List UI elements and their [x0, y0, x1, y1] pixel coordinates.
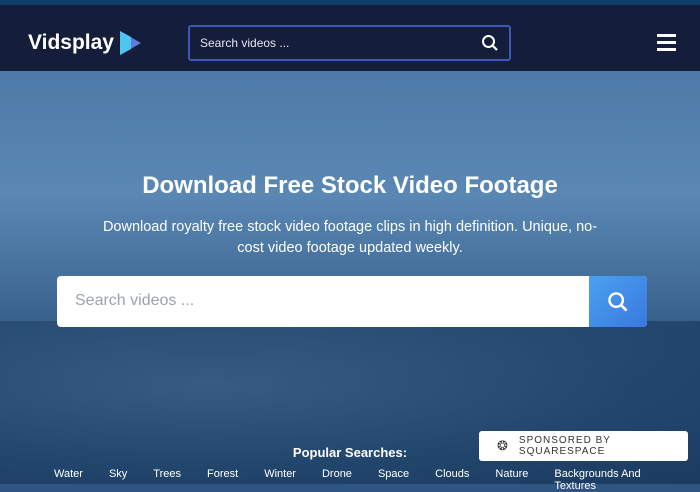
hero-subtitle: Download royalty free stock video footag…	[102, 219, 598, 256]
hero-search-placeholder: Search videos ...	[75, 292, 195, 309]
tag-link[interactable]: Sky	[109, 468, 127, 492]
logo[interactable]: Vidsplay	[28, 29, 143, 57]
tag-link[interactable]: Backgrounds And Textures	[554, 468, 674, 492]
tag-link[interactable]: Trees	[153, 468, 181, 492]
hero-title: Download Free Stock Video Footage	[142, 172, 558, 199]
logo-text: Vidsplay	[28, 31, 114, 54]
tag-link[interactable]: Winter	[264, 468, 296, 492]
play-logo-icon	[120, 31, 141, 55]
tag-link[interactable]: Space	[378, 468, 409, 492]
popular-tags: Water Sky Trees Forest Winter Drone Spac…	[54, 468, 700, 492]
header: Vidsplay Search videos ...	[0, 5, 700, 71]
tag-link[interactable]: Clouds	[435, 468, 469, 492]
header-search-input[interactable]: Search videos ...	[188, 25, 511, 61]
tag-link[interactable]: Forest	[207, 468, 238, 492]
hero-search-input[interactable]: Search videos ...	[57, 276, 647, 327]
header-search-placeholder: Search videos ...	[200, 36, 290, 50]
tag-link[interactable]: Water	[54, 468, 83, 492]
search-icon	[608, 291, 628, 312]
popular-searches-label: Popular Searches:	[292, 445, 408, 460]
hero-search-button[interactable]	[589, 276, 647, 327]
hamburger-menu-icon[interactable]	[657, 34, 676, 51]
tag-link[interactable]: Drone	[322, 468, 352, 492]
search-icon[interactable]	[481, 34, 499, 52]
tag-link[interactable]: Nature	[495, 468, 528, 492]
